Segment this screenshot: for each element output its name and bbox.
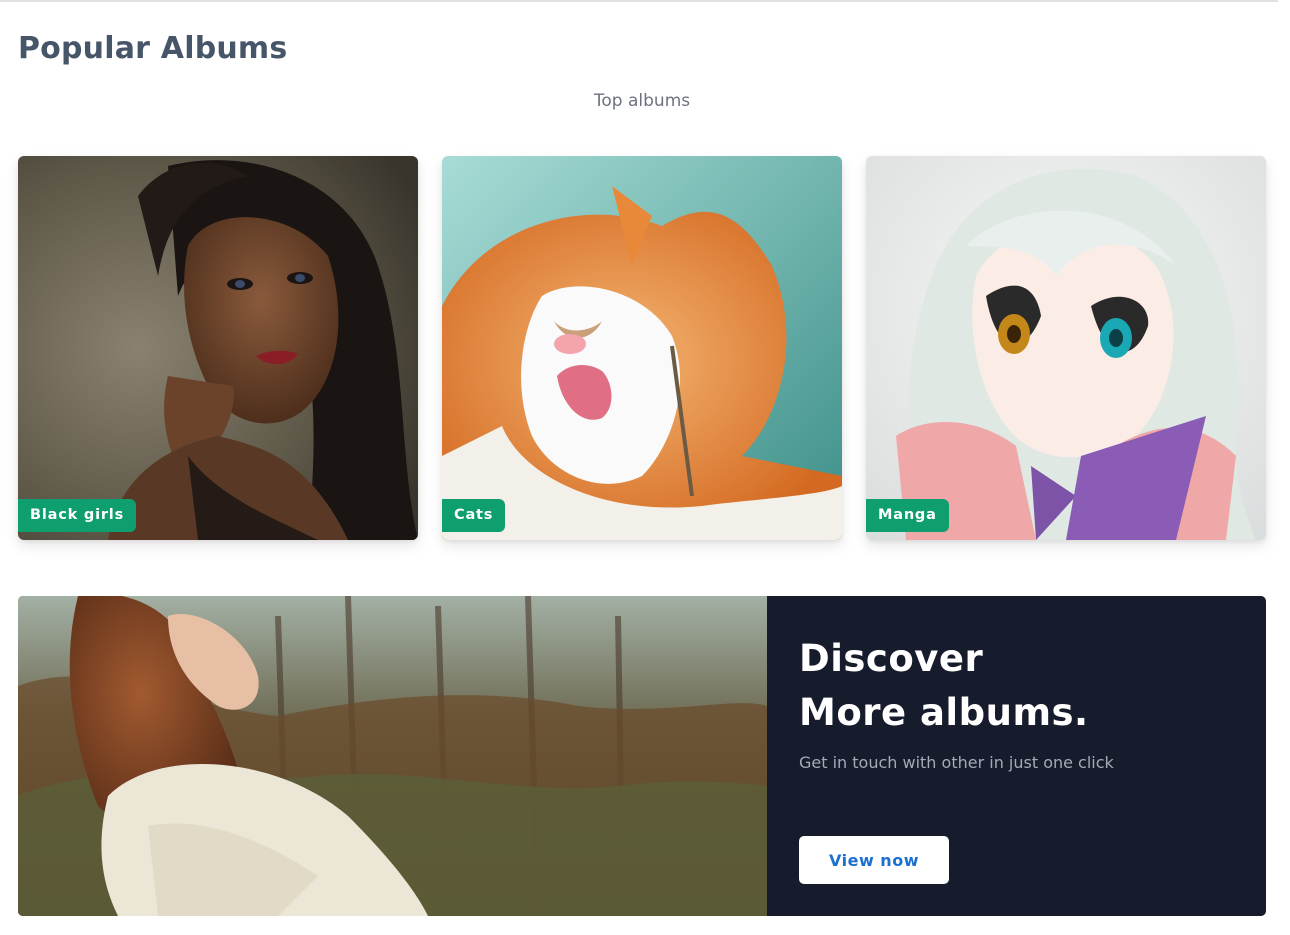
discover-banner: Discover More albums. Get in touch with … — [18, 596, 1266, 916]
promo-headline-line2: More albums. — [799, 691, 1089, 734]
album-cover-image — [866, 156, 1266, 540]
top-divider — [0, 0, 1278, 2]
album-card-black-girls[interactable]: Black girls — [18, 156, 418, 540]
promo-content: Discover More albums. Get in touch with … — [799, 596, 1259, 916]
album-card-manga[interactable]: Manga — [866, 156, 1266, 540]
album-cover-image — [442, 156, 842, 540]
album-cover-image — [18, 156, 418, 540]
album-badge[interactable]: Black girls — [18, 499, 136, 532]
promo-headline: Discover More albums. — [799, 632, 1089, 740]
promo-image — [18, 596, 767, 916]
view-now-button[interactable]: View now — [799, 836, 949, 884]
promo-description: Get in touch with other in just one clic… — [799, 753, 1114, 772]
promo-headline-line1: Discover — [799, 637, 984, 680]
page-subtitle: Top albums — [593, 91, 691, 111]
album-badge[interactable]: Manga — [866, 499, 949, 532]
album-card-cats[interactable]: Cats — [442, 156, 842, 540]
page-title: Popular Albums — [18, 31, 288, 66]
album-badge[interactable]: Cats — [442, 499, 506, 532]
